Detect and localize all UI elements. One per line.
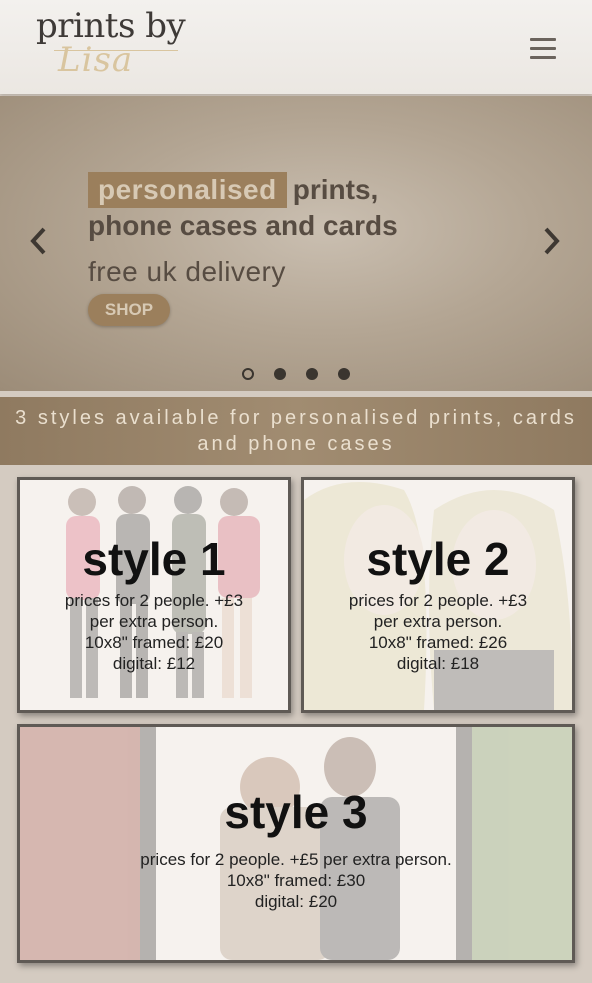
style-1-price-line: 10x8" framed: £20	[84, 633, 224, 652]
style-card-2[interactable]: style 2 prices for 2 people. +£3 per ext…	[301, 477, 575, 713]
style-1-price-line: per extra person.	[89, 612, 219, 631]
style-2-price-line: prices for 2 people. +£3	[348, 591, 528, 610]
carousel-indicators	[240, 368, 360, 382]
chevron-right-icon[interactable]	[542, 226, 562, 256]
style-3-price-line: digital: £20	[254, 892, 338, 911]
style-3-prices: prices for 2 people. +£5 per extra perso…	[20, 849, 572, 912]
hero-highlight-word: personalised	[88, 172, 287, 208]
style-2-price-line: digital: £18	[396, 654, 480, 673]
styles-banner-text: 3 styles available for personalised prin…	[15, 407, 577, 455]
hero-headline: personalised prints,	[88, 172, 378, 212]
hamburger-menu-icon[interactable]	[530, 38, 556, 60]
style-3-price-line: prices for 2 people. +£5 per extra perso…	[140, 850, 452, 869]
hero-carousel: personalised prints, phone cases and card…	[0, 96, 592, 391]
carousel-dot-3[interactable]	[306, 368, 318, 380]
style-1-price-line: digital: £12	[112, 654, 196, 673]
style-3-price-line: 10x8" framed: £30	[226, 871, 366, 890]
carousel-dot-1[interactable]	[242, 368, 254, 380]
style-2-title: style 2	[366, 533, 510, 585]
site-logo[interactable]: prints by Lisa	[36, 6, 196, 86]
styles-banner: 3 styles available for personalised prin…	[0, 397, 592, 465]
logo-script-text: Lisa	[58, 40, 134, 80]
style-2-price-line: per extra person.	[373, 612, 503, 631]
style-1-title: style 1	[82, 533, 226, 585]
style-2-price-line: 10x8" framed: £26	[368, 633, 508, 652]
hero-subheadline: free uk delivery	[88, 256, 286, 287]
shop-button[interactable]: SHOP	[88, 294, 170, 326]
style-card-1[interactable]: style 1 prices for 2 people. +£3 per ext…	[17, 477, 291, 713]
site-header: prints by Lisa	[0, 0, 592, 94]
style-1-prices: prices for 2 people. +£3 per extra perso…	[20, 590, 288, 674]
carousel-dot-4[interactable]	[338, 368, 350, 380]
style-2-prices: prices for 2 people. +£3 per extra perso…	[304, 590, 572, 674]
carousel-dot-2[interactable]	[274, 368, 286, 380]
hero-headline-line2: phone cases and cards	[88, 210, 398, 241]
hero-headline-rest: prints,	[292, 174, 379, 205]
style-card-3[interactable]: style 3 prices for 2 people. +£5 per ext…	[17, 724, 575, 963]
style-3-title: style 3	[224, 786, 368, 838]
chevron-left-icon[interactable]	[28, 226, 48, 256]
style-1-price-line: prices for 2 people. +£3	[64, 591, 244, 610]
